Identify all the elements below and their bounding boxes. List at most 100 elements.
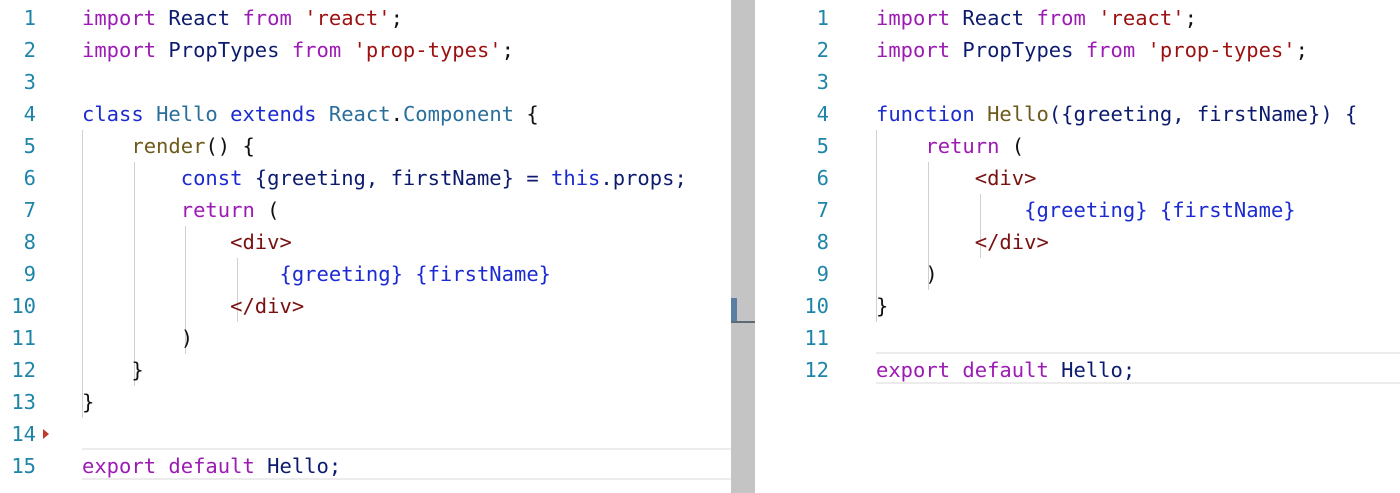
code-text: </div>	[876, 226, 1049, 258]
code-token: default	[168, 454, 255, 478]
line-number: 12	[11, 358, 36, 382]
line-number: 4	[816, 102, 829, 126]
code-line[interactable]: 6 <div>	[755, 162, 1400, 194]
code-text: const {greeting, firstName} = this.props…	[82, 162, 687, 194]
line-number: 11	[804, 326, 829, 350]
code-text: return (	[876, 130, 1024, 162]
code-line[interactable]: 4 class Hello extends React.Component {	[0, 98, 731, 130]
code-line[interactable]: 3	[755, 66, 1400, 98]
gutter-marker-icon[interactable]	[43, 429, 49, 439]
code-text: function Hello({greeting, firstName}) {	[876, 98, 1357, 130]
line-number: 2	[816, 38, 829, 62]
code-line[interactable]: 2 import PropTypes from 'prop-types';	[0, 34, 731, 66]
code-token: )	[82, 326, 194, 350]
code-line[interactable]: 12 export default Hello;	[755, 354, 1400, 386]
code-token: class	[82, 102, 144, 126]
line-number: 5	[816, 134, 829, 158]
line-number: 10	[804, 294, 829, 318]
code-line[interactable]: 2 import PropTypes from 'prop-types';	[755, 34, 1400, 66]
code-line[interactable]: 6 const {greeting, firstName} = this.pro…	[0, 162, 731, 194]
line-number: 5	[23, 134, 36, 158]
line-number: 13	[11, 390, 36, 414]
code-line[interactable]: 8 <div>	[0, 226, 731, 258]
code-text: </div>	[82, 290, 304, 322]
code-token: {greeting, firstName} =	[242, 166, 552, 190]
code-token: {firstName}	[1159, 198, 1296, 222]
code-line[interactable]: 3	[0, 66, 731, 98]
code-line[interactable]: 15 export default Hello;	[0, 450, 731, 482]
code-token: }	[82, 390, 95, 414]
line-number: 1	[816, 6, 829, 30]
code-line[interactable]: 4 function Hello({greeting, firstName}) {	[755, 98, 1400, 130]
code-text: {greeting} {firstName}	[82, 258, 551, 290]
code-text: import PropTypes from 'prop-types';	[876, 34, 1308, 66]
left-editor-pane[interactable]: 1 import React from 'react'; 2 import PropT…	[0, 0, 731, 493]
code-line[interactable]: 7 {greeting} {firstName}	[755, 194, 1400, 226]
code-token: (	[254, 198, 280, 222]
line-number: 6	[816, 166, 829, 190]
code-token: Hello	[156, 102, 218, 126]
code-token: this	[551, 166, 601, 190]
code-line[interactable]: 12 }	[0, 354, 731, 386]
line-number: 9	[23, 262, 36, 286]
code-line[interactable]: 7 return (	[0, 194, 731, 226]
line-number: 11	[11, 326, 36, 350]
code-line[interactable]: 11 )	[0, 322, 731, 354]
code-token: }	[82, 358, 144, 382]
code-token: {greeting}	[1024, 198, 1148, 222]
code-token: ;	[1295, 38, 1308, 62]
code-text: export default Hello;	[82, 450, 341, 482]
code-token: React	[156, 6, 243, 30]
code-token: import	[82, 38, 157, 62]
code-line[interactable]: 5 render() {	[0, 130, 731, 162]
right-editor-pane[interactable]: 1 import React from 'react'; 2 import PropT…	[755, 0, 1400, 493]
code-line[interactable]: 9 {greeting} {firstName}	[0, 258, 731, 290]
code-token: <div>	[230, 230, 292, 254]
code-line[interactable]: 13}	[0, 386, 731, 418]
code-text: }	[82, 386, 94, 418]
code-line[interactable]: 10}	[755, 290, 1400, 322]
code-token: {greeting}	[279, 262, 403, 286]
line-number: 14	[11, 422, 36, 446]
code-text: return (	[82, 194, 280, 226]
code-text: )	[876, 258, 938, 290]
code-line[interactable]: 11	[755, 322, 1400, 354]
code-token: ;	[390, 6, 403, 30]
code-token: export	[82, 454, 157, 478]
code-token: {	[514, 102, 539, 126]
code-token: )	[876, 262, 938, 286]
editor-scrollbar[interactable]	[731, 0, 755, 493]
code-line[interactable]: 14	[0, 418, 731, 450]
code-line[interactable]: 5 return (	[755, 130, 1400, 162]
code-line[interactable]: 1 import React from 'react';	[755, 2, 1400, 34]
code-token: function	[876, 102, 975, 126]
line-number: 3	[816, 70, 829, 94]
line-number: 4	[23, 102, 36, 126]
code-text: }	[82, 354, 144, 386]
code-line[interactable]: 1 import React from 'react';	[0, 2, 731, 34]
code-token: ;	[1184, 6, 1197, 30]
code-token: import	[876, 38, 951, 62]
code-token: extends	[230, 102, 317, 126]
code-text: <div>	[876, 162, 1037, 194]
scrollbar-thumb[interactable]	[731, 298, 737, 322]
line-number: 7	[816, 198, 829, 222]
code-text: import React from 'react';	[876, 2, 1197, 34]
code-line[interactable]: 8 </div>	[755, 226, 1400, 258]
code-line[interactable]: 9 )	[755, 258, 1400, 290]
code-token: {firstName}	[415, 262, 552, 286]
code-text: {greeting} {firstName}	[876, 194, 1296, 226]
code-token: (	[999, 134, 1025, 158]
code-line[interactable]: 10 </div>	[0, 290, 731, 322]
